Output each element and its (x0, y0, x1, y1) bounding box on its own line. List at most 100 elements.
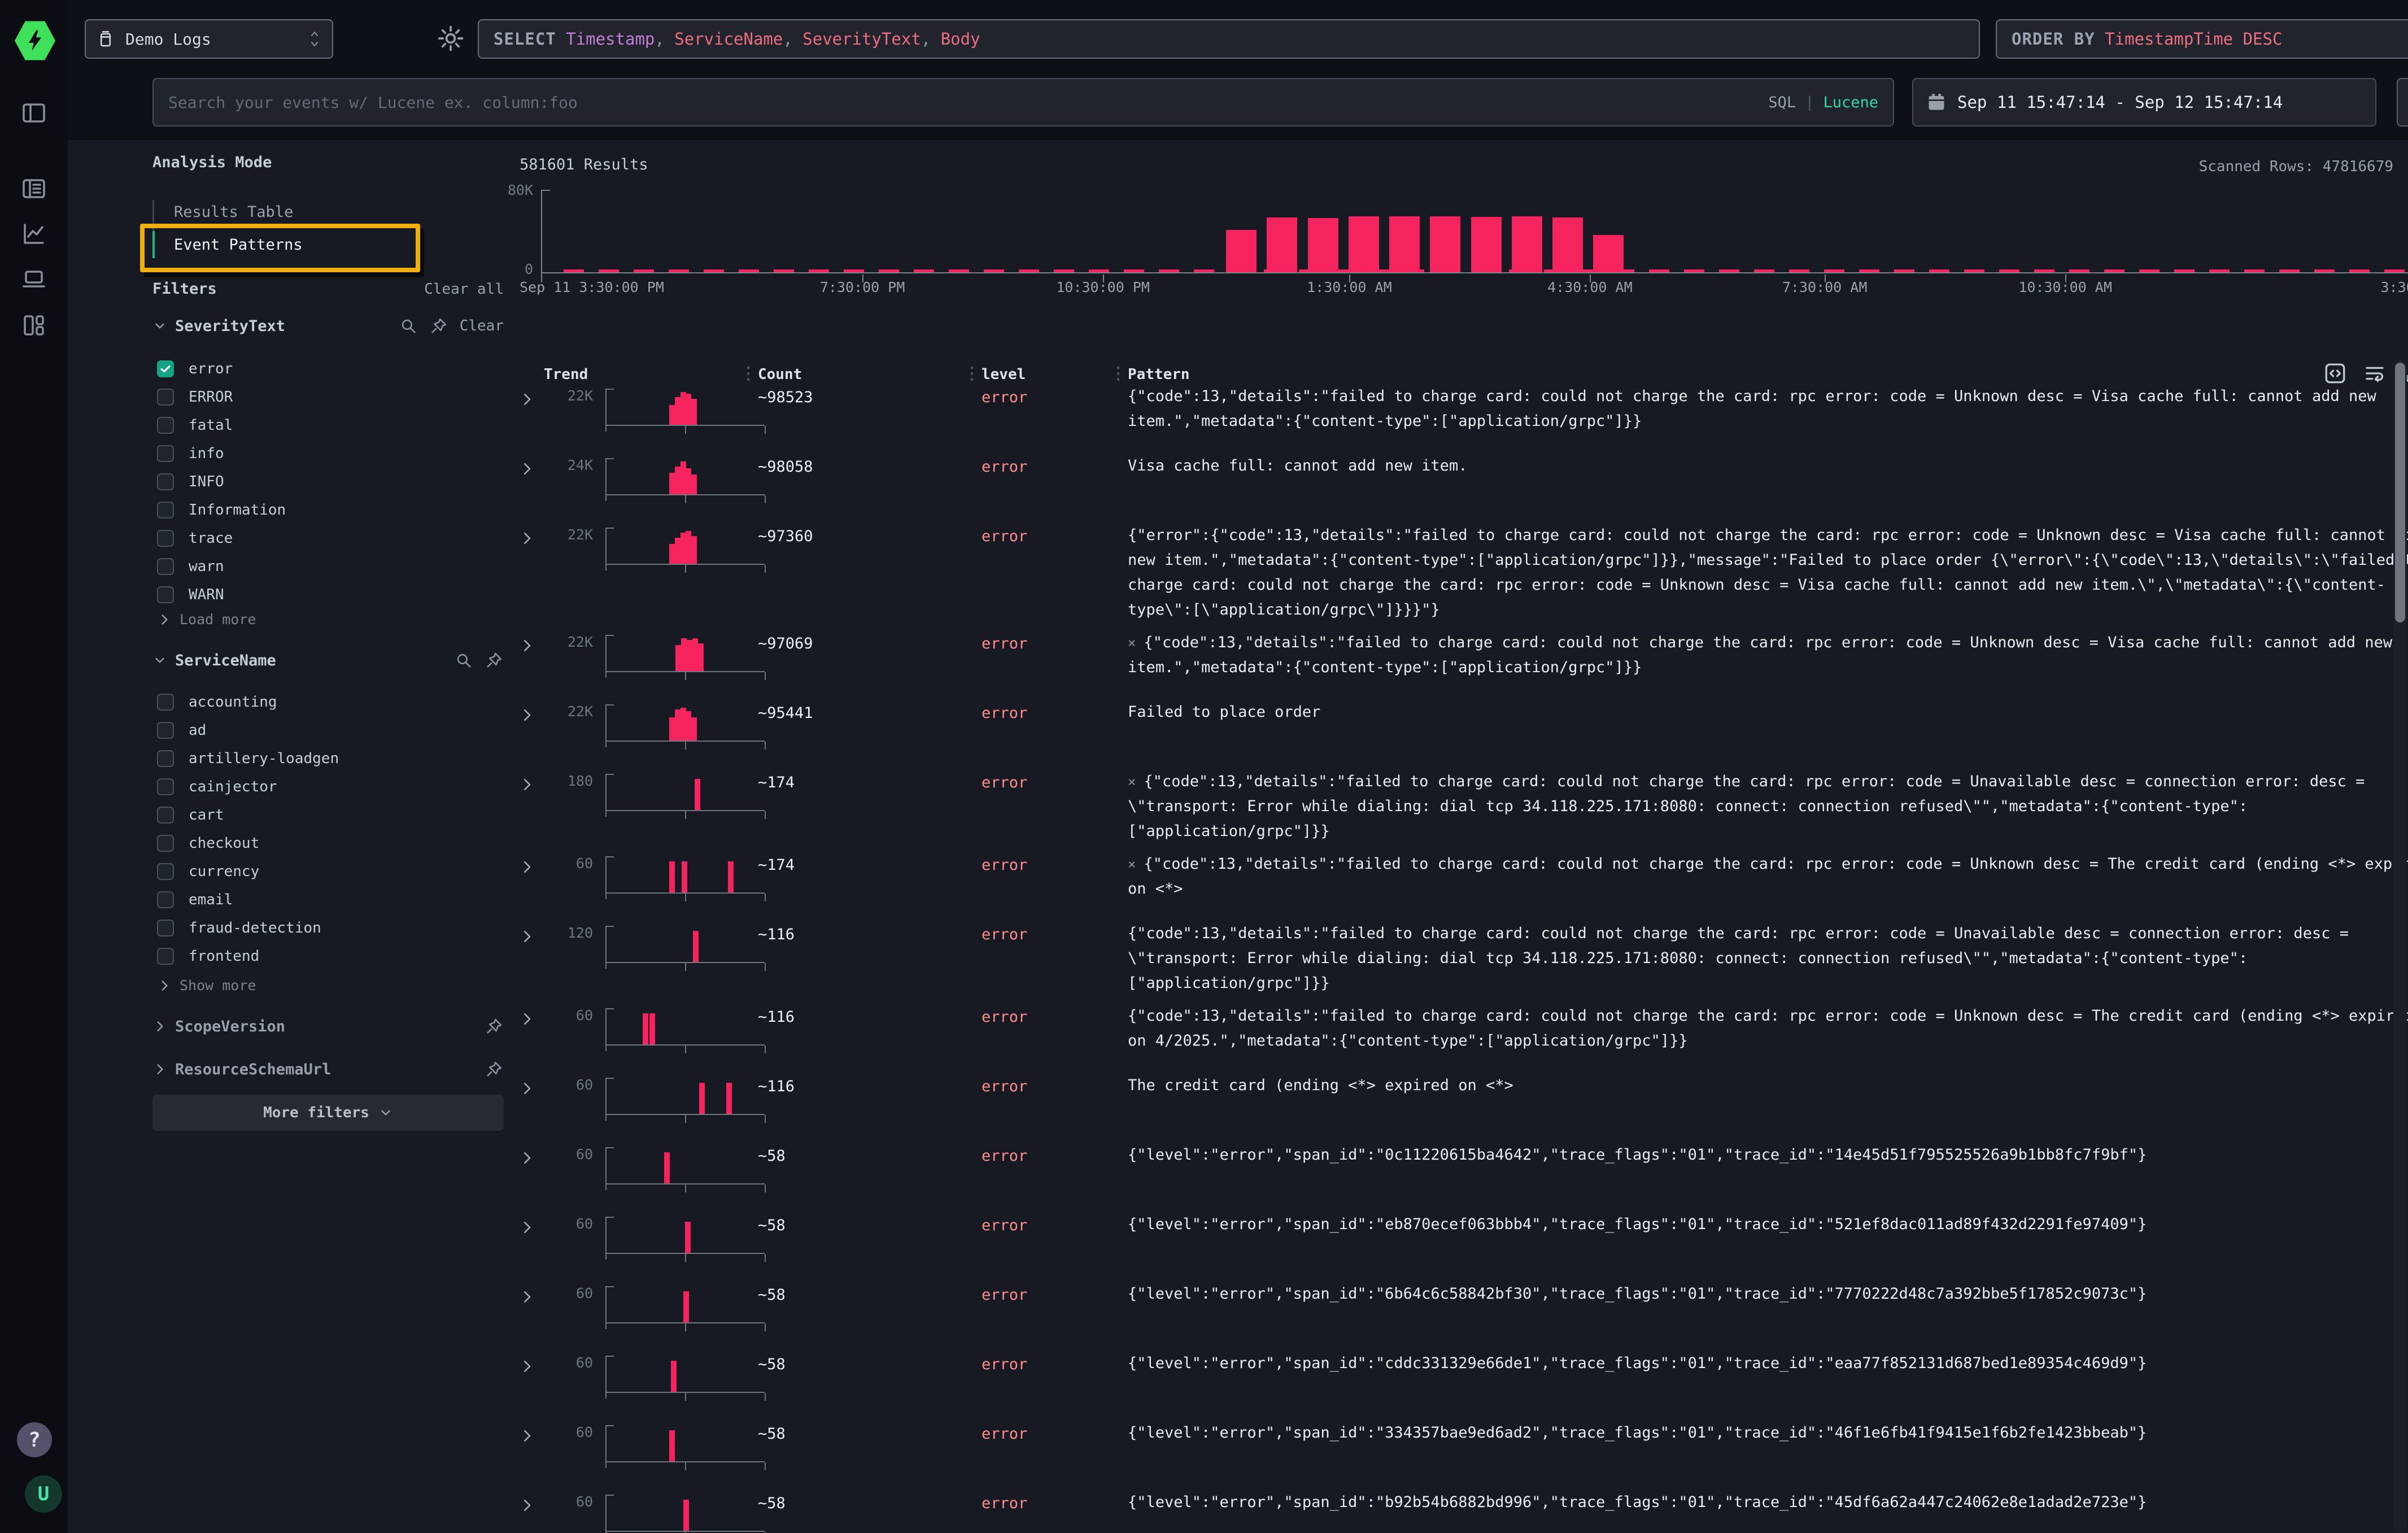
pin-icon[interactable] (485, 1017, 504, 1036)
histogram-bar[interactable] (1471, 217, 1502, 272)
service-option-ad[interactable]: ad (157, 716, 501, 744)
pin-icon[interactable] (485, 1060, 504, 1079)
severity-clear-link[interactable]: Clear (460, 317, 504, 334)
checkbox[interactable] (157, 863, 174, 880)
user-avatar[interactable]: U (25, 1475, 62, 1513)
more-filters-button[interactable]: More filters (152, 1095, 504, 1131)
service-option-cart[interactable]: cart (157, 801, 501, 829)
scrollbar-thumb[interactable] (2395, 363, 2405, 622)
expand-row-icon[interactable] (514, 525, 543, 547)
expand-row-icon[interactable] (514, 1423, 543, 1444)
expand-row-icon[interactable] (514, 1006, 543, 1027)
severity-filter-header[interactable]: SeverityText Clear (152, 316, 504, 336)
expand-row-icon[interactable] (514, 1214, 543, 1236)
load-more-link[interactable]: Load more (157, 611, 256, 628)
service-option-accounting[interactable]: accounting (157, 688, 501, 716)
lucene-toggle[interactable]: Lucene (1823, 94, 1878, 111)
run-query-button[interactable] (2397, 78, 2408, 127)
search-icon[interactable] (454, 651, 473, 670)
language-toggle[interactable]: SQL | Lucene (1768, 94, 1878, 111)
pattern-row[interactable]: 120~116error{"code":13,"details":"failed… (514, 913, 2408, 996)
pattern-row[interactable]: 60~58error{"level":"error","span_id":"0c… (514, 1135, 2408, 1204)
histogram-bar[interactable] (1389, 216, 1420, 272)
expand-row-icon[interactable] (514, 1145, 543, 1166)
pattern-row[interactable]: 22K~95441errorFailed to place order (514, 692, 2408, 761)
severity-option-Information[interactable]: Information (157, 496, 501, 524)
checkbox[interactable] (157, 417, 174, 434)
checkbox[interactable] (157, 530, 174, 547)
severity-option-trace[interactable]: trace (157, 524, 501, 552)
service-option-frontend[interactable]: frontend (157, 942, 501, 970)
checkbox[interactable] (157, 445, 174, 462)
severity-option-INFO[interactable]: INFO (157, 468, 501, 496)
severity-option-ERROR[interactable]: ERROR (157, 383, 501, 411)
expand-row-icon[interactable] (514, 633, 543, 654)
checkbox[interactable] (157, 558, 174, 575)
histogram-bar[interactable] (1226, 230, 1257, 272)
search-input[interactable]: Search your events w/ Lucene ex. column:… (152, 78, 1894, 127)
pattern-row[interactable]: 60~116error{"code":13,"details":"failed … (514, 996, 2408, 1065)
pattern-row[interactable]: 60~58error{"level":"error","span_id":"33… (514, 1413, 2408, 1482)
help-button[interactable]: ? (17, 1422, 52, 1457)
expand-row-icon[interactable] (514, 1284, 543, 1305)
service-option-artillery-loadgen[interactable]: artillery-loadgen (157, 744, 501, 773)
app-logo-icon[interactable] (15, 20, 55, 61)
severity-option-error[interactable]: error (157, 355, 501, 383)
histogram-bar[interactable] (1349, 216, 1379, 272)
checkbox[interactable] (157, 722, 174, 739)
service-option-fraud-detection[interactable]: fraud-detection (157, 914, 501, 942)
checkbox[interactable] (157, 835, 174, 852)
expand-row-icon[interactable] (514, 924, 543, 945)
service-option-cainjector[interactable]: cainjector (157, 773, 501, 801)
histogram-bar[interactable] (1552, 217, 1583, 272)
clear-all-link[interactable]: Clear all (424, 281, 504, 298)
scope-version-group[interactable]: ScopeVersion (152, 1017, 504, 1036)
checkbox[interactable] (157, 920, 174, 937)
expand-row-icon[interactable] (514, 702, 543, 724)
histogram-bar[interactable] (1430, 216, 1460, 272)
show-more-link[interactable]: Show more (157, 977, 256, 994)
expand-row-icon[interactable] (514, 1075, 543, 1097)
pin-icon[interactable] (429, 316, 448, 336)
pattern-row[interactable]: 24K~98058errorVisa cache full: cannot ad… (514, 446, 2408, 515)
checkbox[interactable] (157, 502, 174, 519)
checkbox[interactable] (157, 389, 174, 406)
dismiss-icon[interactable]: × (1128, 856, 1136, 872)
histogram-bar[interactable] (1512, 216, 1542, 272)
pattern-row[interactable]: 60~58error{"level":"error","span_id":"6b… (514, 1274, 2408, 1343)
checkbox[interactable] (157, 750, 174, 767)
checkbox[interactable] (157, 948, 174, 965)
sessions-nav-icon[interactable] (20, 265, 47, 293)
search-icon[interactable] (399, 316, 418, 336)
pattern-row[interactable]: 60~174error×{"code":13,"details":"failed… (514, 844, 2408, 913)
checkbox[interactable] (157, 891, 174, 908)
checkbox[interactable] (157, 473, 174, 490)
resource-schema-url-group[interactable]: ResourceSchemaUrl (152, 1060, 504, 1079)
service-option-checkout[interactable]: checkout (157, 829, 501, 857)
expand-row-icon[interactable] (514, 854, 543, 876)
service-option-currency[interactable]: currency (157, 857, 501, 886)
pattern-row[interactable]: 22K~98523error{"code":13,"details":"fail… (514, 376, 2408, 446)
expand-row-icon[interactable] (514, 456, 543, 477)
pattern-row[interactable]: 60~58error{"level":"error","span_id":"eb… (514, 1204, 2408, 1274)
results-histogram[interactable] (541, 190, 2408, 272)
checkbox[interactable] (157, 807, 174, 824)
source-select[interactable]: Demo Logs (85, 19, 333, 59)
select-query-input[interactable]: SELECT Timestamp, ServiceName, SeverityT… (478, 19, 1980, 59)
pin-icon[interactable] (485, 651, 504, 670)
scrollbar[interactable] (2393, 359, 2407, 1533)
order-by-input[interactable]: ORDER BY TimestampTime DESC (1996, 19, 2408, 59)
pattern-row[interactable]: 180~174error×{"code":13,"details":"faile… (514, 761, 2408, 844)
severity-option-info[interactable]: info (157, 439, 501, 468)
sidebar-toggle-icon[interactable] (20, 99, 47, 127)
pattern-row[interactable]: 60~58error{"level":"error","span_id":"b9… (514, 1482, 2408, 1533)
dismiss-icon[interactable]: × (1128, 774, 1136, 790)
checkbox[interactable] (157, 694, 174, 711)
histogram-bar[interactable] (1308, 218, 1338, 272)
severity-option-WARN[interactable]: WARN (157, 581, 501, 609)
expand-row-icon[interactable] (514, 1353, 543, 1375)
service-filter-header[interactable]: ServiceName (152, 651, 504, 670)
histogram-bar[interactable] (1267, 217, 1297, 272)
checkbox[interactable] (157, 778, 174, 795)
logs-nav-icon[interactable] (20, 175, 47, 202)
